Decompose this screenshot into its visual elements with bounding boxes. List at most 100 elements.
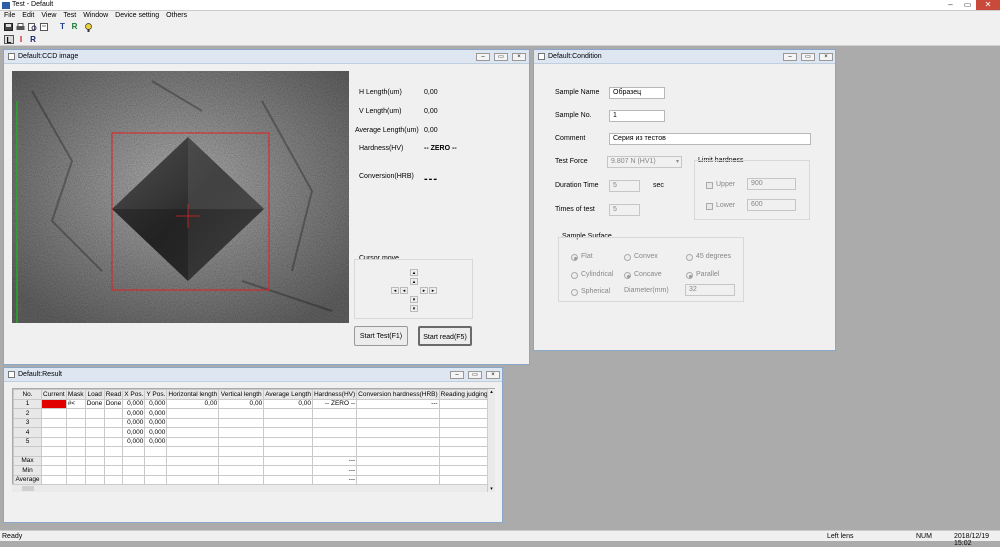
maximize-icon[interactable]: ▭ — [959, 0, 976, 10]
column-header[interactable]: Vertical length — [218, 389, 265, 400]
table-cell[interactable] — [122, 455, 146, 466]
table-cell[interactable] — [41, 398, 67, 409]
minimize-icon[interactable]: – — [450, 371, 464, 379]
table-cell[interactable] — [41, 446, 67, 457]
table-cell[interactable]: Min — [13, 465, 42, 476]
table-cell[interactable]: 0,000 — [122, 427, 146, 438]
mode-i-button[interactable]: I — [16, 35, 26, 44]
table-cell[interactable] — [166, 465, 220, 476]
table-cell[interactable] — [103, 455, 124, 466]
table-cell[interactable] — [356, 417, 440, 428]
table-cell[interactable] — [166, 446, 220, 457]
table-cell[interactable] — [41, 436, 67, 447]
table-cell[interactable] — [263, 436, 313, 447]
table-cell[interactable]: 0,000 — [144, 417, 168, 428]
column-header[interactable]: Current — [41, 389, 67, 400]
table-cell[interactable] — [103, 427, 124, 438]
cursor-right-double-icon[interactable]: ▸ — [429, 287, 437, 294]
table-cell[interactable] — [218, 455, 265, 466]
table-cell[interactable] — [144, 455, 168, 466]
horizontal-scrollbar[interactable] — [12, 484, 487, 492]
table-cell[interactable] — [103, 417, 124, 428]
table-row[interactable]: 2 0,000 0,000 — [13, 408, 490, 419]
table-cell[interactable] — [218, 465, 265, 476]
table-cell[interactable] — [65, 465, 86, 476]
column-header[interactable]: Conversion hardness(HRB) — [356, 389, 440, 400]
table-cell[interactable] — [438, 436, 490, 447]
menu-file[interactable]: File — [0, 11, 18, 19]
minimize-icon[interactable]: – — [942, 0, 959, 10]
cursor-up-double-icon[interactable]: ▴ — [410, 269, 418, 276]
table-row[interactable]: 3 0,000 0,000 — [13, 417, 490, 428]
table-cell[interactable] — [65, 417, 86, 428]
table-cell[interactable]: 0,00 — [263, 398, 313, 409]
table-cell[interactable] — [356, 408, 440, 419]
close-icon[interactable]: ✕ — [976, 0, 1000, 10]
menu-others[interactable]: Others — [162, 11, 190, 19]
maximize-icon[interactable]: ▭ — [468, 371, 482, 379]
table-cell[interactable]: --- — [311, 465, 358, 476]
table-cell[interactable] — [263, 465, 313, 476]
table-cell[interactable] — [263, 417, 313, 428]
print-icon[interactable] — [16, 23, 25, 31]
column-header[interactable]: Reading judging — [438, 389, 490, 400]
table-cell[interactable] — [438, 455, 490, 466]
table-cell[interactable]: 4 — [13, 427, 42, 438]
cursor-left-icon[interactable]: ◂ — [400, 287, 408, 294]
table-cell[interactable] — [166, 408, 220, 419]
table-cell[interactable] — [356, 455, 440, 466]
scroll-down-icon[interactable]: ▾ — [488, 486, 495, 492]
cursor-right-icon[interactable]: ▸ — [420, 287, 428, 294]
table-cell[interactable] — [65, 408, 86, 419]
print-preview-icon[interactable] — [28, 23, 37, 31]
table-row[interactable]: 5 0,000 0,000 — [13, 436, 490, 447]
table-cell[interactable]: 0,000 — [122, 408, 146, 419]
table-cell[interactable]: Done — [84, 398, 105, 409]
table-cell[interactable] — [122, 465, 146, 476]
duration-input[interactable]: 5 — [609, 180, 640, 192]
table-cell[interactable] — [311, 436, 358, 447]
table-cell[interactable]: 5 — [13, 436, 42, 447]
help-icon[interactable] — [84, 23, 93, 32]
column-header[interactable]: No. — [13, 389, 42, 400]
table-cell[interactable] — [263, 455, 313, 466]
table-cell[interactable] — [103, 436, 124, 447]
table-cell[interactable] — [263, 446, 313, 457]
sample-no-input[interactable]: 1 — [609, 110, 665, 122]
lower-checkbox[interactable] — [706, 203, 713, 210]
column-header[interactable]: Average Length — [263, 389, 313, 400]
maximize-icon[interactable]: ▭ — [801, 53, 815, 61]
table-cell[interactable]: --- — [356, 398, 440, 409]
table-cell[interactable] — [438, 427, 490, 438]
table-cell[interactable] — [166, 455, 220, 466]
close-icon[interactable]: × — [512, 53, 526, 61]
lower-input[interactable]: 600 — [747, 199, 796, 211]
table-cell[interactable] — [438, 446, 490, 457]
45-degrees-radio[interactable] — [686, 254, 693, 261]
table-row[interactable]: Max --- — [13, 455, 490, 466]
start-test-button[interactable]: Start Test(F1) — [354, 326, 408, 346]
table-cell[interactable] — [13, 446, 42, 457]
table-cell[interactable] — [65, 455, 86, 466]
table-cell[interactable] — [84, 465, 105, 476]
table-cell[interactable] — [84, 455, 105, 466]
table-cell[interactable]: 3 — [13, 417, 42, 428]
table-cell[interactable] — [438, 465, 490, 476]
table-cell[interactable]: 0,00 — [166, 398, 220, 409]
cursor-down-double-icon[interactable]: ▾ — [410, 305, 418, 312]
table-cell[interactable]: 2 — [13, 408, 42, 419]
table-cell[interactable]: 1 — [13, 398, 42, 409]
table-cell[interactable] — [356, 465, 440, 476]
table-cell[interactable] — [84, 417, 105, 428]
table-cell[interactable] — [311, 417, 358, 428]
table-cell[interactable] — [65, 427, 86, 438]
column-header[interactable]: X Pos. — [122, 389, 146, 400]
menu-test[interactable]: Test — [59, 11, 79, 19]
scroll-thumb[interactable] — [22, 486, 34, 491]
table-cell[interactable]: 0,000 — [144, 427, 168, 438]
table-cell[interactable] — [41, 427, 67, 438]
table-cell[interactable] — [84, 427, 105, 438]
close-icon[interactable]: × — [486, 371, 500, 379]
table-cell[interactable] — [311, 427, 358, 438]
table-cell[interactable]: 0,000 — [122, 436, 146, 447]
